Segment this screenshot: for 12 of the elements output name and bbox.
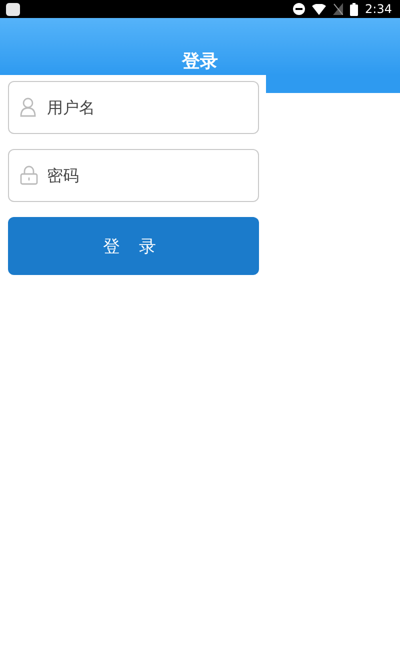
page-title: 登录 bbox=[182, 50, 218, 73]
user-icon bbox=[20, 97, 36, 117]
lock-icon bbox=[20, 165, 38, 185]
input-field[interactable]: 用户名 bbox=[8, 81, 259, 134]
input-field[interactable]: 密码 bbox=[8, 149, 259, 202]
wifi-icon bbox=[312, 4, 326, 14]
battery-icon bbox=[350, 2, 358, 16]
login-button[interactable]: 登 录 bbox=[8, 217, 259, 275]
app-notification-icon bbox=[6, 2, 20, 16]
status-time: 2:34 bbox=[365, 2, 392, 16]
signal-icon bbox=[333, 3, 344, 15]
do-not-disturb-icon bbox=[293, 3, 306, 15]
